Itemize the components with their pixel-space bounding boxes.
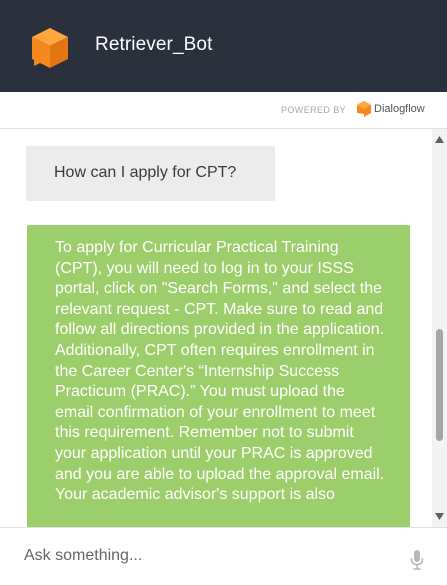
dialogflow-brand-label: Dialogflow: [374, 103, 425, 115]
powered-by-label: POWERED BY: [281, 105, 347, 115]
scroll-down-arrow-icon[interactable]: [434, 512, 445, 521]
chat-header: Retriever_Bot: [0, 0, 447, 92]
cube-logo-icon: [32, 28, 68, 68]
user-message-text: How can I apply for CPT?: [54, 164, 237, 181]
dialogflow-icon: [357, 101, 371, 117]
bot-message-bubble: To apply for Curricular Practical Traini…: [27, 225, 410, 527]
scroll-thumb[interactable]: [436, 329, 443, 441]
user-message-bubble: How can I apply for CPT?: [26, 146, 275, 201]
message-input-bar: [0, 527, 447, 585]
scroll-up-arrow-icon[interactable]: [434, 135, 445, 144]
bot-title: Retriever_Bot: [95, 34, 213, 55]
bot-message-text: To apply for Curricular Practical Traini…: [55, 239, 385, 504]
microphone-icon[interactable]: [410, 550, 424, 570]
chat-messages[interactable]: How can I apply for CPT? To apply for Cu…: [0, 129, 432, 527]
powered-by-bar: POWERED BY Dialogflow: [0, 92, 447, 129]
ask-input[interactable]: [24, 542, 384, 570]
chat-scrollbar[interactable]: [432, 129, 447, 527]
